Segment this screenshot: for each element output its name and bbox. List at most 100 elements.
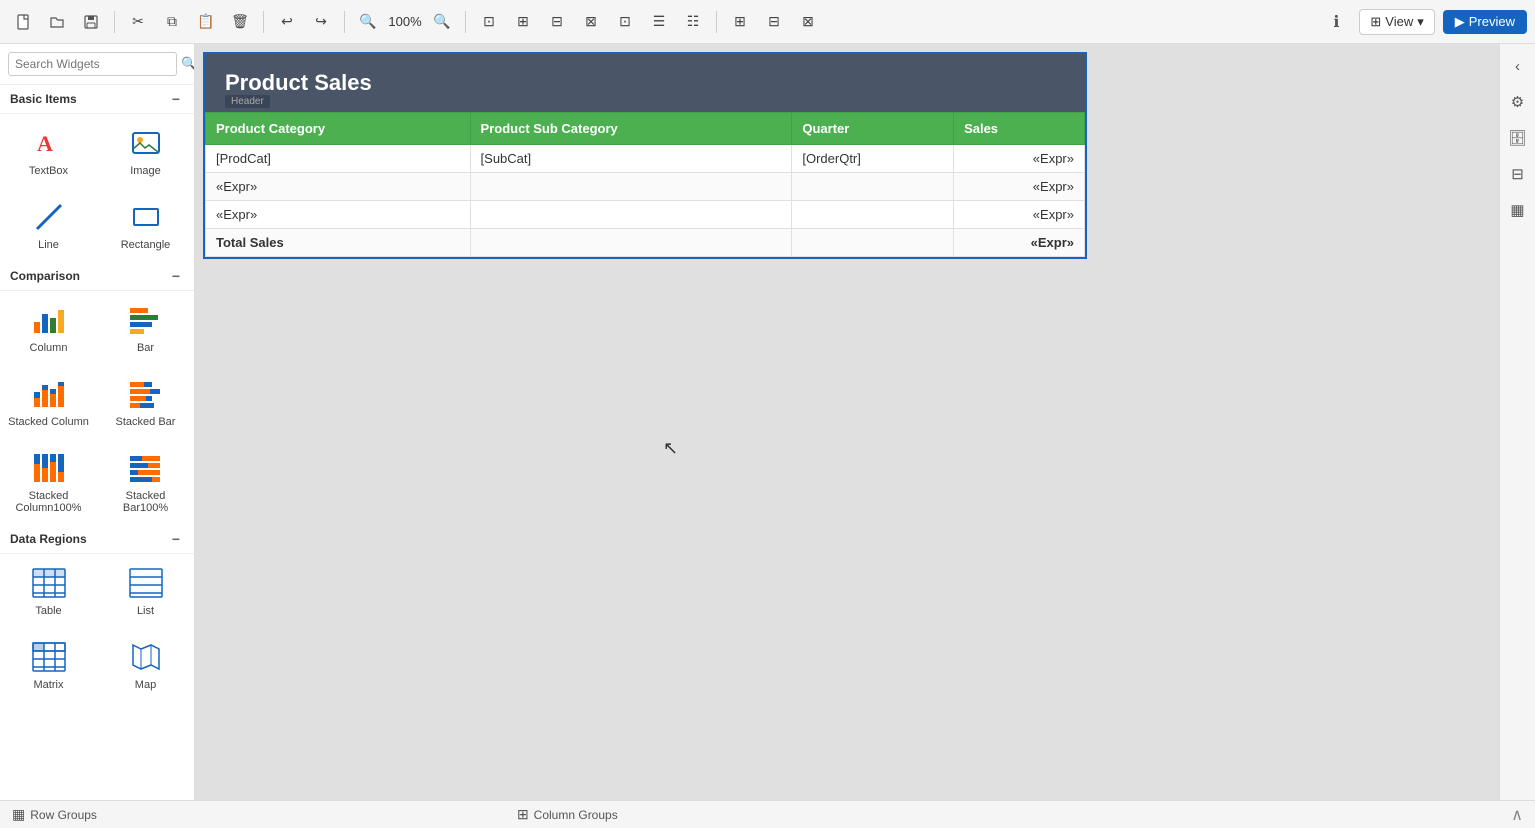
- sep1: [114, 11, 115, 33]
- paste-button[interactable]: 📋: [191, 7, 221, 37]
- align-button-4[interactable]: ⊠: [576, 7, 606, 37]
- widget-stacked-column[interactable]: Stacked Column: [0, 365, 97, 439]
- image-icon: [128, 125, 164, 161]
- cell-3-4[interactable]: «Expr»: [954, 201, 1085, 229]
- open-button[interactable]: [42, 7, 72, 37]
- zoom-out-button[interactable]: 🔍: [353, 7, 383, 37]
- bottom-bar: ▦ Row Groups ⊞ Column Groups ∧: [0, 800, 1535, 828]
- right-data-icon[interactable]: 🗄: [1504, 124, 1532, 152]
- cell-1-4[interactable]: «Expr»: [954, 145, 1085, 173]
- canvas-area[interactable]: Product Sales Header Product Category Pr…: [195, 44, 1499, 800]
- align-button-7[interactable]: ☷: [678, 7, 708, 37]
- list-icon: [128, 565, 164, 601]
- widget-matrix[interactable]: Matrix: [0, 628, 97, 702]
- align-button-5[interactable]: ⊡: [610, 7, 640, 37]
- preview-label: Preview: [1469, 14, 1515, 29]
- preview-icon: ▶: [1455, 14, 1465, 30]
- view-button[interactable]: ⊞ View ▾: [1359, 9, 1434, 35]
- row-groups-icon: ▦: [12, 806, 25, 823]
- cell-1-1[interactable]: [ProdCat]: [206, 145, 471, 173]
- matrix-label: Matrix: [34, 679, 64, 691]
- th-product-category[interactable]: Product Category: [206, 113, 471, 145]
- table-row: «Expr» «Expr»: [206, 173, 1085, 201]
- cell-4-1[interactable]: Total Sales: [206, 229, 471, 257]
- delete-button[interactable]: 🗑: [225, 7, 255, 37]
- th-quarter[interactable]: Quarter: [792, 113, 954, 145]
- copy-button[interactable]: ⧉: [157, 7, 187, 37]
- report-widget[interactable]: Product Sales Header Product Category Pr…: [205, 54, 1085, 257]
- widget-rectangle[interactable]: Rectangle: [97, 188, 194, 262]
- cell-1-3[interactable]: [OrderQtr]: [792, 145, 954, 173]
- bottom-collapse-button[interactable]: ∧: [1511, 805, 1523, 825]
- widget-textbox[interactable]: A TextBox: [0, 114, 97, 188]
- cell-4-4[interactable]: «Expr»: [954, 229, 1085, 257]
- map-label: Map: [135, 679, 156, 691]
- cell-1-2[interactable]: [SubCat]: [470, 145, 792, 173]
- column-groups-label: Column Groups: [534, 808, 618, 822]
- cut-button[interactable]: ✂: [123, 7, 153, 37]
- cell-4-2[interactable]: [470, 229, 792, 257]
- new-button[interactable]: [8, 7, 38, 37]
- cell-3-3[interactable]: [792, 201, 954, 229]
- row-groups-label: Row Groups: [30, 808, 97, 822]
- info-button[interactable]: ℹ: [1321, 7, 1351, 37]
- cell-2-1[interactable]: «Expr»: [206, 173, 471, 201]
- undo-button[interactable]: ↩: [272, 7, 302, 37]
- align-button-6[interactable]: ☰: [644, 7, 674, 37]
- layout-button-2[interactable]: ⊟: [759, 7, 789, 37]
- zoom-in-button[interactable]: 🔍: [427, 7, 457, 37]
- cell-4-3[interactable]: [792, 229, 954, 257]
- basic-items-grid: A TextBox Image Line: [0, 113, 194, 262]
- redo-button[interactable]: ↪: [306, 7, 336, 37]
- bar-chart-icon: [128, 302, 164, 338]
- line-icon: [31, 199, 67, 235]
- widget-stacked-column-100[interactable]: Stacked Column100%: [0, 439, 97, 525]
- column-groups-icon: ⊞: [517, 806, 529, 823]
- basic-items-collapse-icon[interactable]: −: [168, 91, 184, 107]
- bar-label: Bar: [137, 342, 154, 354]
- svg-text:A: A: [37, 131, 53, 156]
- zoom-control: 🔍 100% 🔍: [353, 7, 457, 37]
- view-label: View: [1385, 14, 1413, 29]
- table-icon: [31, 565, 67, 601]
- cell-2-3[interactable]: [792, 173, 954, 201]
- widget-column[interactable]: Column: [0, 291, 97, 365]
- widget-table[interactable]: Table: [0, 554, 97, 628]
- layout-button-1[interactable]: ⊞: [725, 7, 755, 37]
- list-label: List: [137, 605, 154, 617]
- search-input[interactable]: [8, 52, 177, 76]
- widget-line[interactable]: Line: [0, 188, 97, 262]
- widget-stacked-bar[interactable]: Stacked Bar: [97, 365, 194, 439]
- cell-2-2[interactable]: [470, 173, 792, 201]
- cell-3-1[interactable]: «Expr»: [206, 201, 471, 229]
- save-button[interactable]: [76, 7, 106, 37]
- textbox-icon: A: [31, 125, 67, 161]
- right-collapse-icon[interactable]: ‹: [1504, 52, 1532, 80]
- table-total-row: Total Sales «Expr»: [206, 229, 1085, 257]
- cell-3-2[interactable]: [470, 201, 792, 229]
- line-label: Line: [38, 239, 59, 251]
- right-filter-icon[interactable]: ⊟: [1504, 160, 1532, 188]
- widget-image[interactable]: Image: [97, 114, 194, 188]
- align-button-1[interactable]: ⊡: [474, 7, 504, 37]
- right-properties-icon[interactable]: ▦: [1504, 196, 1532, 224]
- preview-button[interactable]: ▶ Preview: [1443, 10, 1527, 34]
- right-settings-icon[interactable]: ⚙: [1504, 88, 1532, 116]
- comparison-collapse-icon[interactable]: −: [168, 268, 184, 284]
- comparison-label: Comparison: [10, 269, 80, 283]
- align-button-3[interactable]: ⊟: [542, 7, 572, 37]
- widget-map[interactable]: Map: [97, 628, 194, 702]
- th-sales[interactable]: Sales: [954, 113, 1085, 145]
- sep4: [465, 11, 466, 33]
- comparison-grid: Column Bar: [0, 290, 194, 525]
- rectangle-label: Rectangle: [121, 239, 171, 251]
- widget-bar[interactable]: Bar: [97, 291, 194, 365]
- align-button-2[interactable]: ⊞: [508, 7, 538, 37]
- widget-list[interactable]: List: [97, 554, 194, 628]
- widget-stacked-bar-100[interactable]: Stacked Bar100%: [97, 439, 194, 525]
- layout-button-3[interactable]: ⊠: [793, 7, 823, 37]
- cell-2-4[interactable]: «Expr»: [954, 173, 1085, 201]
- data-regions-collapse-icon[interactable]: −: [168, 531, 184, 547]
- th-product-sub-category[interactable]: Product Sub Category: [470, 113, 792, 145]
- report-header[interactable]: Product Sales Header: [205, 54, 1085, 112]
